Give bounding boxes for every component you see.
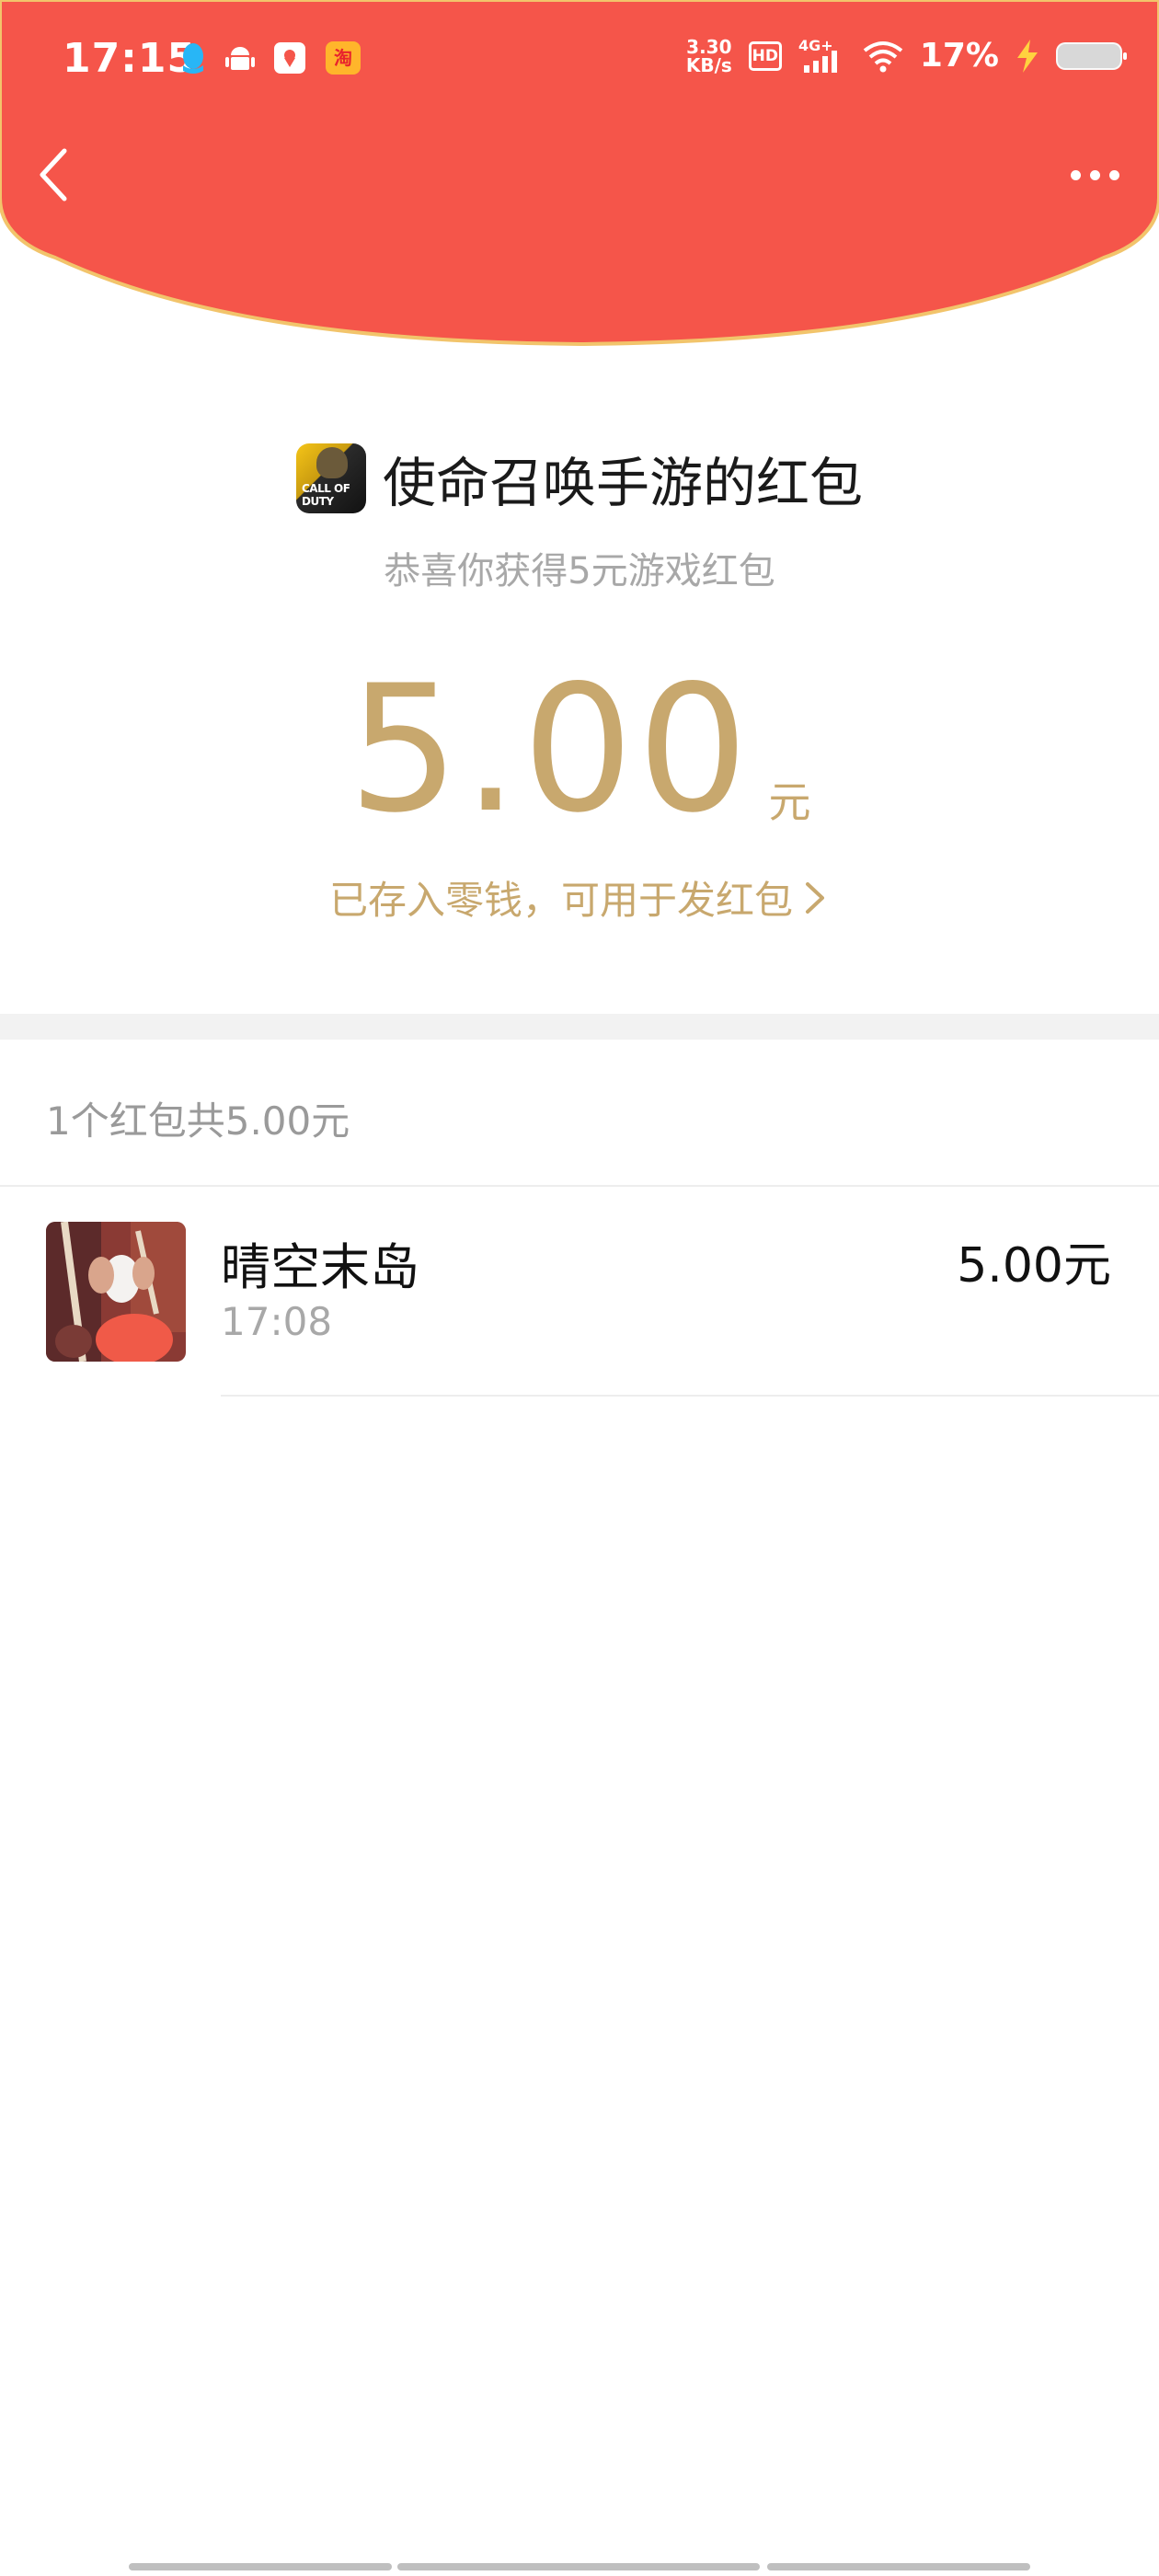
game-icon: CALL OF DUTY: [295, 443, 366, 513]
svg-text:淘: 淘: [334, 47, 352, 69]
notification-icons: 淘: [179, 40, 361, 75]
gesture-segment: [129, 2563, 392, 2570]
saved-note-text: 已存入零钱，可用于发红包: [328, 878, 793, 923]
amount-display: 5.00 元: [0, 662, 1159, 837]
packet-title-row: CALL OF DUTY 使命召唤手游的红包: [0, 440, 1159, 517]
navigation-gesture-bar[interactable]: [129, 2563, 1030, 2570]
chevron-left-icon: [40, 148, 67, 201]
qq-icon: [183, 43, 203, 74]
net-speed: 3.30 KB/s: [686, 38, 732, 75]
more-dot-icon: [1108, 169, 1119, 180]
divider: [221, 1395, 1159, 1397]
wifi-icon: [863, 40, 903, 72]
records-summary: 1个红包共5.00元: [46, 1098, 350, 1144]
battery-percent: 17%: [919, 37, 999, 75]
more-options-button[interactable]: [1058, 152, 1131, 198]
amount-value: 5.00: [348, 648, 752, 851]
record-amount: 5.00元: [957, 1238, 1111, 1294]
amount-unit: 元: [768, 777, 811, 827]
battery-icon: [1056, 41, 1127, 70]
chevron-right-icon: [806, 881, 824, 914]
section-divider: [0, 1014, 1159, 1040]
saved-to-change-link[interactable]: 已存入零钱，可用于发红包: [0, 869, 1159, 926]
gesture-segment: [767, 2563, 1030, 2570]
avatar-image: [46, 1222, 186, 1362]
android-icon: [225, 47, 255, 70]
net-speed-unit: KB/s: [685, 53, 732, 76]
game-icon-text: CALL OF DUTY: [301, 482, 350, 508]
status-right-icons: 3.30 KB/s HD 4G+ 17%: [686, 37, 1127, 75]
net-speed-value: 3.30: [686, 35, 732, 58]
packet-subtitle: 恭喜你获得5元游戏红包: [384, 550, 775, 592]
status-bar: 17:15 淘 3.30 KB/s HD 4G+ 17%: [0, 0, 1159, 120]
map-app-icon: [274, 42, 305, 74]
status-time: 17:15: [63, 35, 197, 82]
more-dot-icon: [1089, 169, 1100, 180]
hd-badge: HD: [748, 40, 782, 71]
packet-title: 使命召唤手游的红包: [382, 452, 863, 514]
back-button[interactable]: [28, 138, 83, 212]
gesture-segment: [397, 2563, 760, 2570]
record-name: 晴空末岛: [221, 1238, 419, 1296]
signal-icon: 4G+: [798, 38, 837, 73]
taobao-icon: 淘: [326, 41, 361, 75]
charging-icon: [1017, 39, 1038, 73]
more-dot-icon: [1070, 169, 1081, 180]
record-time: 17:08: [221, 1299, 333, 1344]
game-icon-figure: [316, 447, 348, 478]
list-item[interactable]: 晴空末岛 17:08 5.00元: [0, 1187, 1159, 1397]
avatar: [46, 1222, 186, 1362]
network-type-label: 4G+: [798, 38, 833, 54]
